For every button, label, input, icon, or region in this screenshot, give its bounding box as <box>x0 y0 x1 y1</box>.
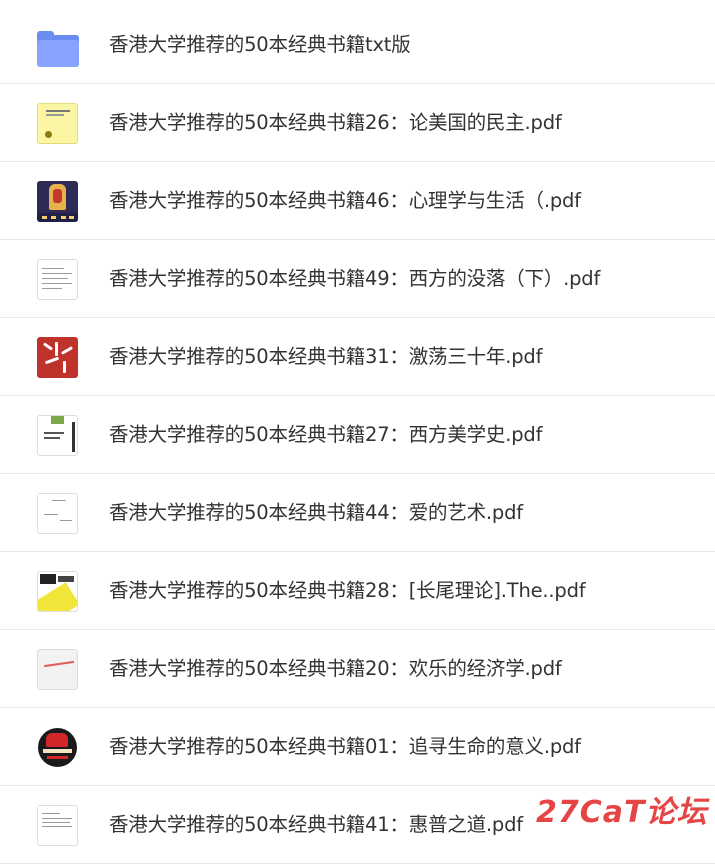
file-row[interactable]: 香港大学推荐的50本经典书籍20：欢乐的经济学.pdf <box>0 630 715 708</box>
file-row[interactable]: 香港大学推荐的50本经典书籍26：论美国的民主.pdf <box>0 84 715 162</box>
pdf-thumbnail-icon <box>37 337 78 378</box>
pdf-thumbnail-icon <box>37 805 78 846</box>
file-row[interactable]: 香港大学推荐的50本经典书籍49：西方的没落（下）.pdf <box>0 240 715 318</box>
file-name: 香港大学推荐的50本经典书籍27：西方美学史.pdf <box>109 423 543 446</box>
pdf-thumbnail-icon <box>37 649 78 690</box>
watermark-logo: 27CaT论坛 <box>536 795 708 830</box>
file-row[interactable]: 香港大学推荐的50本经典书籍31：激荡三十年.pdf <box>0 318 715 396</box>
pdf-thumbnail-icon <box>37 259 78 300</box>
file-name: 香港大学推荐的50本经典书籍31：激荡三十年.pdf <box>109 345 543 368</box>
file-name: 香港大学推荐的50本经典书籍46：心理学与生活（.pdf <box>109 189 581 212</box>
file-name: 香港大学推荐的50本经典书籍01：追寻生命的意义.pdf <box>109 735 581 758</box>
file-row[interactable]: 香港大学推荐的50本经典书籍46：心理学与生活（.pdf <box>0 162 715 240</box>
pdf-thumbnail-icon <box>37 571 78 612</box>
pdf-thumbnail-icon <box>37 181 78 222</box>
file-name: 香港大学推荐的50本经典书籍49：西方的没落（下）.pdf <box>109 267 601 290</box>
file-name: 香港大学推荐的50本经典书籍26：论美国的民主.pdf <box>109 111 562 134</box>
file-name: 香港大学推荐的50本经典书籍44：爱的艺术.pdf <box>109 501 523 524</box>
pdf-thumbnail-icon <box>37 727 78 768</box>
pdf-thumbnail-icon <box>37 103 78 144</box>
file-name: 香港大学推荐的50本经典书籍28：[长尾理论].The..pdf <box>109 579 586 602</box>
folder-icon <box>37 31 79 67</box>
pdf-thumbnail-icon <box>37 493 78 534</box>
pdf-thumbnail-icon <box>37 415 78 456</box>
file-name: 香港大学推荐的50本经典书籍txt版 <box>109 33 411 56</box>
file-row[interactable]: 香港大学推荐的50本经典书籍27：西方美学史.pdf <box>0 396 715 474</box>
file-name: 香港大学推荐的50本经典书籍20：欢乐的经济学.pdf <box>109 657 562 680</box>
file-row[interactable]: 香港大学推荐的50本经典书籍44：爱的艺术.pdf <box>0 474 715 552</box>
folder-row[interactable]: 香港大学推荐的50本经典书籍txt版 <box>0 6 715 84</box>
file-row[interactable]: 香港大学推荐的50本经典书籍01：追寻生命的意义.pdf <box>0 708 715 786</box>
file-row[interactable]: 香港大学推荐的50本经典书籍28：[长尾理论].The..pdf <box>0 552 715 630</box>
file-name: 香港大学推荐的50本经典书籍41：惠普之道.pdf <box>109 813 523 836</box>
